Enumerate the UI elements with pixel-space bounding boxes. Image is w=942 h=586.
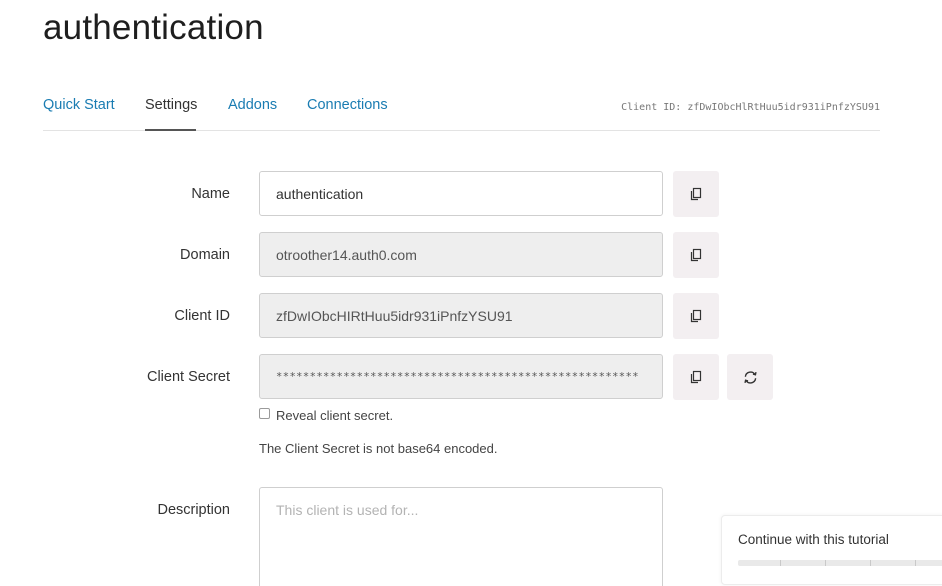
copy-icon [690, 187, 702, 201]
name-label: Name [191, 186, 230, 202]
rotate-icon [743, 370, 757, 384]
copy-icon [690, 248, 702, 262]
reveal-secret-label: Reveal client secret. [276, 408, 394, 423]
domain-label: Domain [180, 247, 230, 263]
description-textarea[interactable] [259, 487, 663, 586]
copy-domain-button[interactable] [673, 232, 719, 278]
name-input[interactable] [259, 171, 663, 216]
reveal-secret-toggle[interactable]: Reveal client secret. [259, 408, 393, 423]
copy-client-secret-button[interactable] [673, 354, 719, 400]
reveal-secret-checkbox[interactable] [259, 408, 270, 419]
client-secret-input[interactable] [259, 354, 663, 399]
client-secret-label: Client Secret [146, 369, 230, 385]
copy-client-id-button[interactable] [673, 293, 719, 339]
secret-encoding-note: The Client Secret is not base64 encoded. [259, 441, 498, 456]
copy-name-button[interactable] [673, 171, 719, 217]
tutorial-label: Continue with this tutorial [738, 532, 889, 547]
tutorial-panel[interactable]: Continue with this tutorial [721, 515, 942, 585]
client-id-header-label: Client ID: zfDwIObcHlRtHuu5idr931iPnfzYS… [621, 102, 880, 113]
domain-input[interactable] [259, 232, 663, 277]
tutorial-progress-bar [738, 560, 942, 566]
tab-connections[interactable]: Connections [307, 97, 388, 113]
active-tab-indicator [145, 129, 196, 131]
rotate-secret-button[interactable] [727, 354, 773, 400]
page-title: authentication [43, 8, 264, 47]
copy-icon [690, 370, 702, 384]
client-id-input[interactable] [259, 293, 663, 338]
tab-quick-start[interactable]: Quick Start [43, 97, 115, 113]
tab-bar: Quick Start Settings Addons Connections … [43, 86, 880, 131]
copy-icon [690, 309, 702, 323]
description-label: Description [157, 502, 230, 518]
tab-addons[interactable]: Addons [228, 97, 277, 113]
client-id-label: Client ID [174, 308, 230, 324]
tab-settings[interactable]: Settings [145, 97, 197, 113]
